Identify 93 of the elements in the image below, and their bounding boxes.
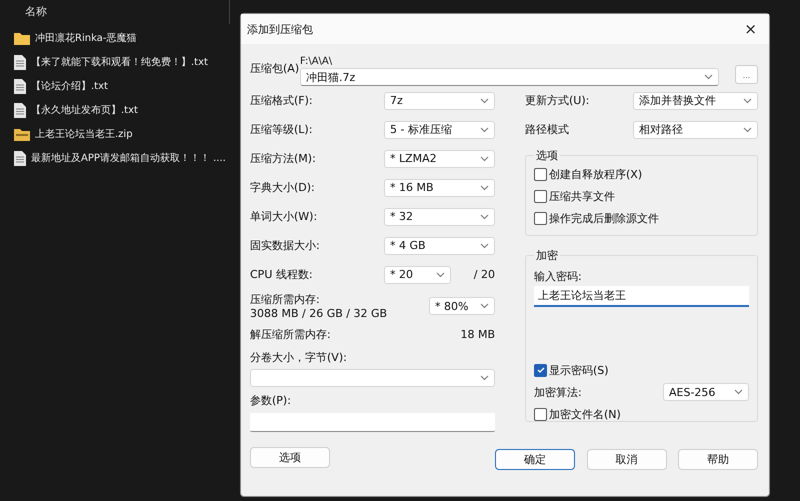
document-icon — [14, 102, 26, 118]
checkbox[interactable] — [534, 190, 547, 202]
checkbox[interactable] — [534, 408, 547, 420]
combo-value: * 32 — [390, 210, 413, 223]
chevron-down-icon — [480, 214, 489, 220]
options-button[interactable]: 选项 — [250, 447, 330, 468]
archive-path: F:\A\A\ — [300, 56, 334, 67]
password-label: 输入密码: — [534, 269, 583, 284]
checkbox-label: 加密文件名(N) — [549, 406, 621, 422]
checkmark-icon — [536, 367, 544, 373]
document-icon — [14, 78, 26, 94]
combo-value: 5 - 标准压缩 — [390, 122, 452, 137]
setting-combo[interactable]: * 16 MB — [384, 178, 495, 196]
chevron-down-icon — [743, 126, 752, 132]
setting-label: 压缩等级(L): — [250, 122, 312, 137]
checkbox[interactable] — [534, 168, 547, 180]
chevron-down-icon — [480, 184, 489, 190]
params-field[interactable] — [250, 413, 495, 432]
checkbox-label: 操作完成后删除源文件 — [549, 210, 659, 226]
checkbox[interactable] — [534, 364, 547, 376]
setting-combo[interactable]: 7z — [384, 92, 495, 110]
path-mode-label: 路径模式 — [525, 122, 569, 137]
zipped-folder-icon — [14, 128, 30, 140]
chevron-down-icon — [480, 126, 489, 132]
volume-label: 分卷大小，字节(V): — [250, 350, 347, 364]
checkbox-label: 创建自释放程序(X) — [549, 166, 642, 182]
archive-name-combo[interactable]: 冲田猫.7z — [300, 68, 719, 86]
setting-combo[interactable]: * 32 — [384, 208, 495, 226]
file-name[interactable]: 【永久地址发布页】.txt — [31, 103, 138, 117]
checkbox[interactable] — [534, 212, 547, 224]
combo-value: 7z — [390, 94, 403, 107]
chevron-down-icon — [436, 272, 445, 278]
checkbox-label: 显示密码(S) — [549, 362, 609, 378]
file-name[interactable]: 最新地址及APP请发邮箱自动获取！！！ .... — [31, 151, 226, 165]
setting-combo[interactable]: * 4 GB — [384, 236, 495, 254]
algorithm-label: 加密算法: — [534, 384, 582, 400]
decompress-label: 解压缩所需内存: — [250, 326, 331, 342]
file-name[interactable]: 【来了就能下载和观看！纯免费！】.txt — [31, 55, 208, 69]
setting-label: CPU 线程数: — [250, 267, 313, 282]
chevron-down-icon — [480, 375, 489, 381]
document-icon — [14, 54, 26, 70]
dialog-title: 添加到压缩包 — [247, 22, 313, 36]
path-mode-combo[interactable]: 相对路径 — [633, 120, 758, 138]
password-value: 上老王论坛当老王 — [538, 288, 626, 303]
column-header[interactable]: 名称 — [25, 5, 47, 18]
archive-label: 压缩包(A) — [250, 61, 300, 76]
browse-button[interactable]: ... — [735, 65, 758, 84]
combo-value: 相对路径 — [639, 122, 683, 137]
dialog-button[interactable]: 取消 — [586, 449, 666, 470]
combo-value: * LZMA2 — [390, 152, 437, 165]
dialog-button[interactable]: 帮助 — [678, 449, 758, 470]
combo-value: AES-256 — [669, 386, 716, 398]
chevron-down-icon — [480, 242, 489, 248]
update-label: 更新方式(U): — [525, 93, 590, 108]
setting-label: 固实数据大小: — [250, 238, 320, 253]
memory-combo[interactable]: * 80% — [429, 297, 495, 315]
setting-combo[interactable]: 5 - 标准压缩 — [384, 120, 495, 138]
combo-value: 冲田猫.7z — [306, 70, 356, 84]
combo-value: * 4 GB — [390, 239, 426, 252]
update-combo[interactable]: 添加并替换文件 — [633, 92, 758, 110]
chevron-down-icon — [743, 98, 752, 104]
thread-combo[interactable]: * 20 — [384, 266, 451, 284]
chevron-down-icon — [480, 156, 489, 162]
chevron-down-icon — [734, 389, 743, 395]
setting-label: 压缩格式(F): — [250, 93, 313, 108]
thread-max: / 20 — [474, 268, 495, 281]
setting-label: 字典大小(D): — [250, 180, 315, 195]
setting-label: 单词大小(W): — [250, 209, 318, 224]
password-field[interactable]: 上老王论坛当老王 — [534, 286, 749, 307]
combo-value: 添加并替换文件 — [639, 93, 716, 108]
chevron-down-icon — [480, 98, 489, 104]
chevron-down-icon — [704, 74, 713, 80]
algorithm-combo[interactable]: AES-256 — [663, 383, 749, 401]
chevron-down-icon — [480, 303, 489, 309]
setting-label: 压缩方法(M): — [250, 151, 316, 166]
folder-icon — [14, 32, 30, 44]
params-label: 参数(P): — [250, 392, 291, 408]
file-name[interactable]: 冲田凛花Rinka-恶魔猫 — [35, 31, 136, 45]
dialog-button[interactable]: 确定 — [495, 449, 575, 470]
combo-value: * 80% — [435, 300, 468, 312]
checkbox-label: 压缩共享文件 — [549, 188, 615, 204]
close-button[interactable]: × — [740, 20, 761, 38]
memory-label: 压缩所需内存: — [250, 292, 321, 307]
document-icon — [14, 150, 26, 166]
combo-value: * 16 MB — [390, 181, 434, 194]
group-title: 选项 — [535, 148, 559, 163]
memory-usage: 3088 MB / 26 GB / 32 GB — [250, 307, 388, 320]
group-title: 加密 — [535, 248, 559, 263]
file-name[interactable]: 【论坛介绍】.txt — [31, 79, 108, 93]
file-name[interactable]: 上老王论坛当老王.zip — [35, 127, 133, 141]
combo-value: * 20 — [390, 268, 413, 281]
setting-combo[interactable]: * LZMA2 — [384, 150, 495, 168]
decompress-value: 18 MB — [460, 328, 495, 340]
